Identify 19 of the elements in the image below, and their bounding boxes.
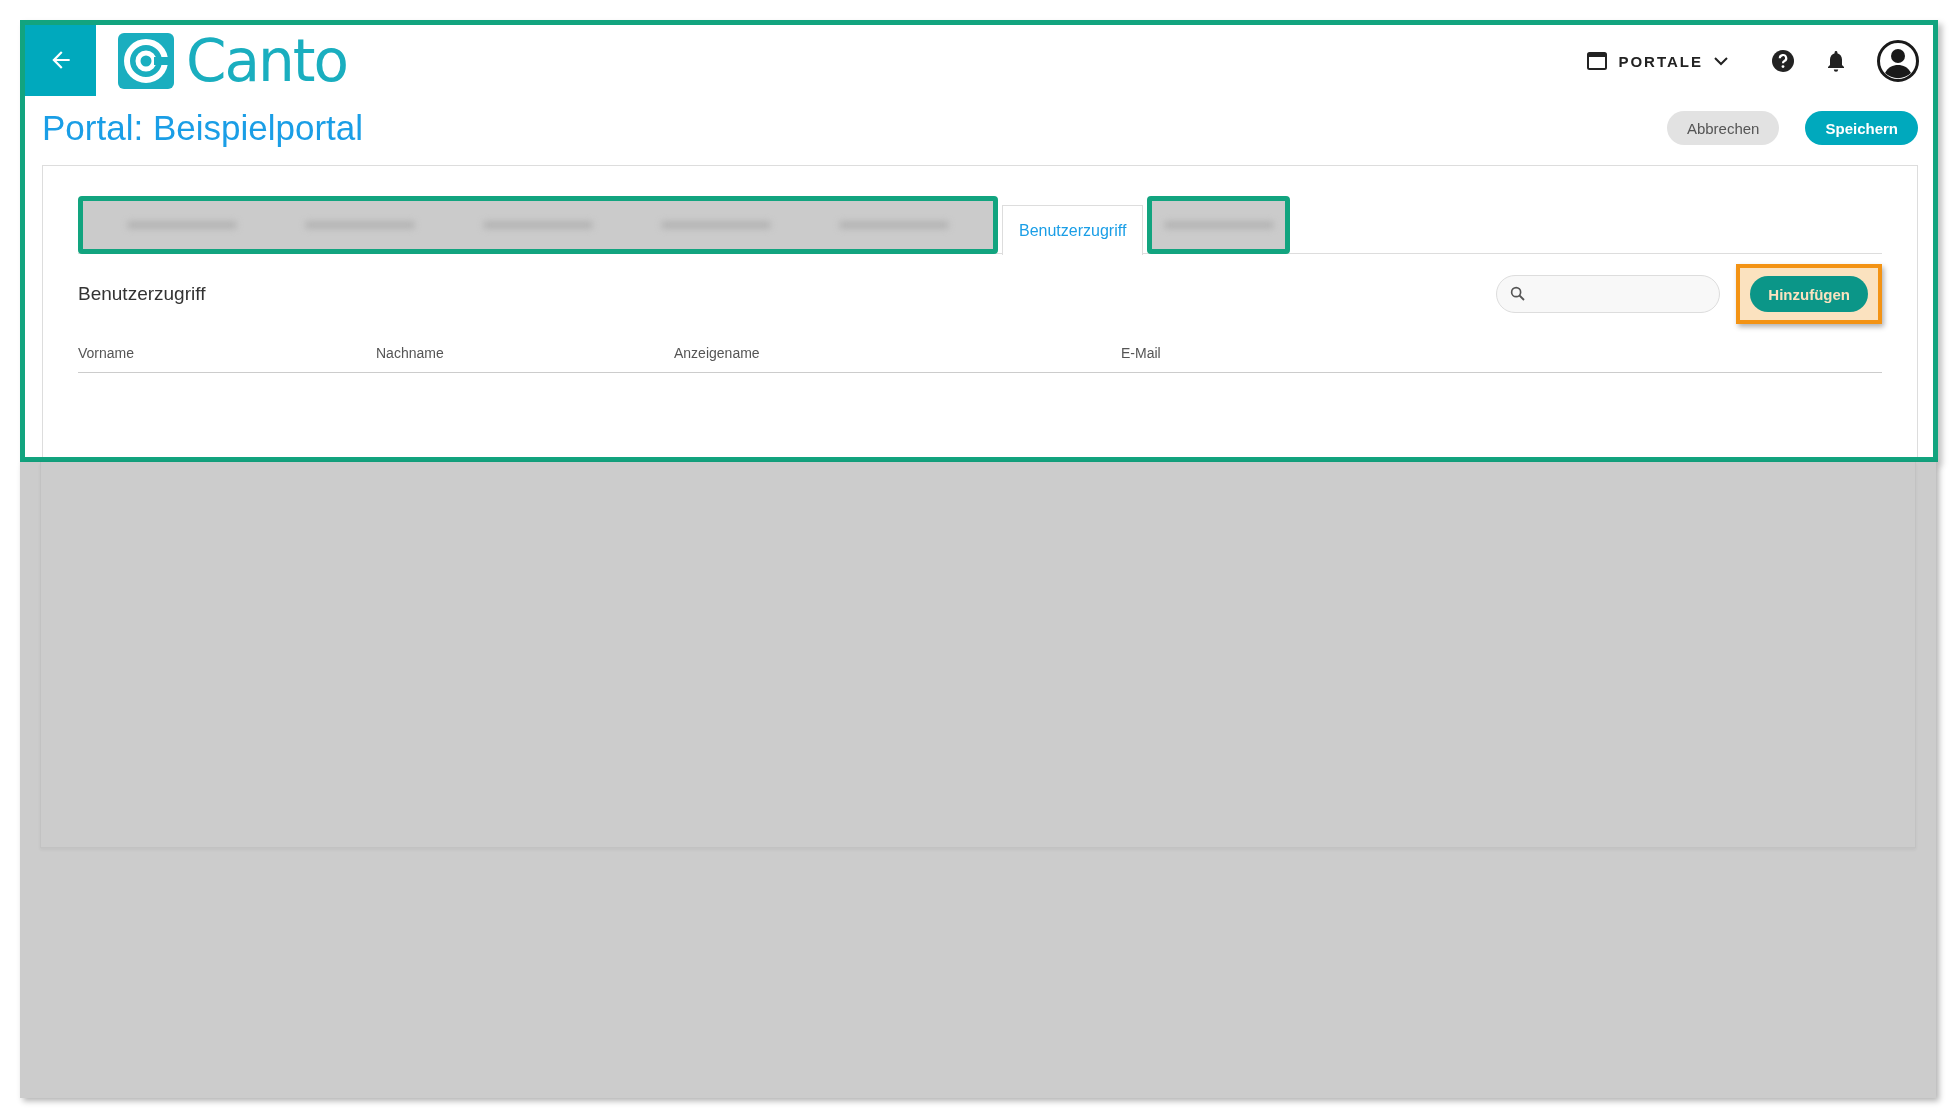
chevron-down-icon	[1713, 55, 1729, 67]
portals-menu[interactable]: PORTALE	[1580, 50, 1735, 72]
tab[interactable]: Benutzerzugriff	[1002, 205, 1144, 255]
window-icon	[1586, 51, 1609, 71]
column-header: E-Mail	[1121, 345, 1162, 361]
add-button[interactable]: Hinzufügen	[1750, 276, 1868, 312]
help-icon[interactable]	[1771, 49, 1795, 73]
column-header: Vorname	[78, 345, 136, 361]
column-header: Nachname	[376, 345, 445, 361]
notifications-icon[interactable]	[1825, 49, 1847, 73]
search-field[interactable]	[1496, 275, 1721, 313]
section-title: Benutzerzugriff	[78, 283, 206, 305]
column-header: Anzeigename	[674, 345, 761, 361]
logo-text: Canto	[186, 27, 348, 95]
avatar-icon[interactable]	[1877, 40, 1919, 82]
cancel-button[interactable]: Abbrechen	[1666, 111, 1780, 145]
logo-icon	[118, 33, 174, 89]
page-title: Portal: Beispielportal	[42, 108, 363, 148]
save-button[interactable]: Speichern	[1805, 111, 1918, 145]
